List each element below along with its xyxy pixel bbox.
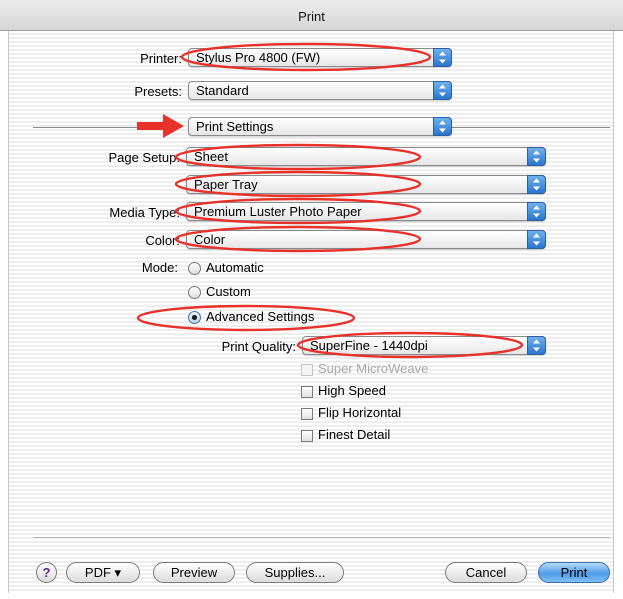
mode-custom-radio[interactable] <box>188 286 201 299</box>
color-label: Color: <box>145 233 180 248</box>
page-setup-value: Sheet <box>194 149 228 164</box>
printer-label: Printer: <box>140 51 182 66</box>
updown-arrows-icon <box>527 336 546 355</box>
updown-arrows-icon <box>527 202 546 221</box>
printer-value: Stylus Pro 4800 (FW) <box>196 50 321 65</box>
finest-detail-label[interactable]: Finest Detail <box>318 427 390 442</box>
flip-horizontal-label[interactable]: Flip Horizontal <box>318 405 401 420</box>
panel-popup[interactable]: Print Settings <box>188 117 452 136</box>
high-speed-label[interactable]: High Speed <box>318 383 386 398</box>
separator-right <box>452 127 610 128</box>
updown-arrows-icon <box>527 175 546 194</box>
page-setup-popup[interactable]: Sheet <box>186 147 546 166</box>
footer-separator <box>33 537 610 538</box>
pdf-menu-button[interactable]: PDF ▾ <box>66 562 140 583</box>
presets-label: Presets: <box>134 84 182 99</box>
media-type-popup[interactable]: Premium Luster Photo Paper <box>186 202 546 221</box>
window-title-bar: Print <box>0 0 623 31</box>
page-setup-label: Page Setup: <box>108 150 180 165</box>
print-quality-label: Print Quality: <box>221 339 296 354</box>
super-microweave-label: Super MicroWeave <box>318 361 429 376</box>
mode-advanced-radio[interactable] <box>188 311 201 324</box>
mode-automatic-radio[interactable] <box>188 262 201 275</box>
mode-automatic-label[interactable]: Automatic <box>206 260 264 275</box>
mode-label: Mode: <box>141 260 178 275</box>
super-microweave-checkbox <box>301 364 313 376</box>
updown-arrows-icon <box>527 230 546 249</box>
printer-popup[interactable]: Stylus Pro 4800 (FW) <box>188 48 452 67</box>
updown-arrows-icon <box>433 81 452 100</box>
updown-arrows-icon <box>433 117 452 136</box>
updown-arrows-icon <box>433 48 452 67</box>
color-value: Color <box>194 232 226 247</box>
help-button[interactable]: ? <box>36 562 57 583</box>
high-speed-checkbox[interactable] <box>301 386 313 398</box>
updown-arrows-icon <box>527 147 546 166</box>
color-popup[interactable]: Color <box>186 230 546 249</box>
print-quality-popup[interactable]: SuperFine - 1440dpi <box>302 336 546 355</box>
separator-left <box>33 127 181 128</box>
flip-horizontal-checkbox[interactable] <box>301 408 313 420</box>
finest-detail-checkbox[interactable] <box>301 430 313 442</box>
presets-value: Standard <box>196 83 249 98</box>
preview-button[interactable]: Preview <box>153 562 235 583</box>
presets-popup[interactable]: Standard <box>188 81 452 100</box>
print-quality-value: SuperFine - 1440dpi <box>310 338 428 353</box>
panel-value: Print Settings <box>196 119 274 134</box>
mode-custom-label[interactable]: Custom <box>206 284 251 299</box>
supplies-button[interactable]: Supplies... <box>246 562 344 583</box>
media-type-value: Premium Luster Photo Paper <box>194 204 362 219</box>
paper-source-value: Paper Tray <box>194 177 258 192</box>
window-title: Print <box>298 9 325 24</box>
paper-source-popup[interactable]: Paper Tray <box>186 175 546 194</box>
print-button[interactable]: Print <box>538 562 610 583</box>
cancel-button[interactable]: Cancel <box>445 562 527 583</box>
media-type-label: Media Type: <box>109 205 180 220</box>
mode-advanced-label[interactable]: Advanced Settings <box>206 309 314 324</box>
